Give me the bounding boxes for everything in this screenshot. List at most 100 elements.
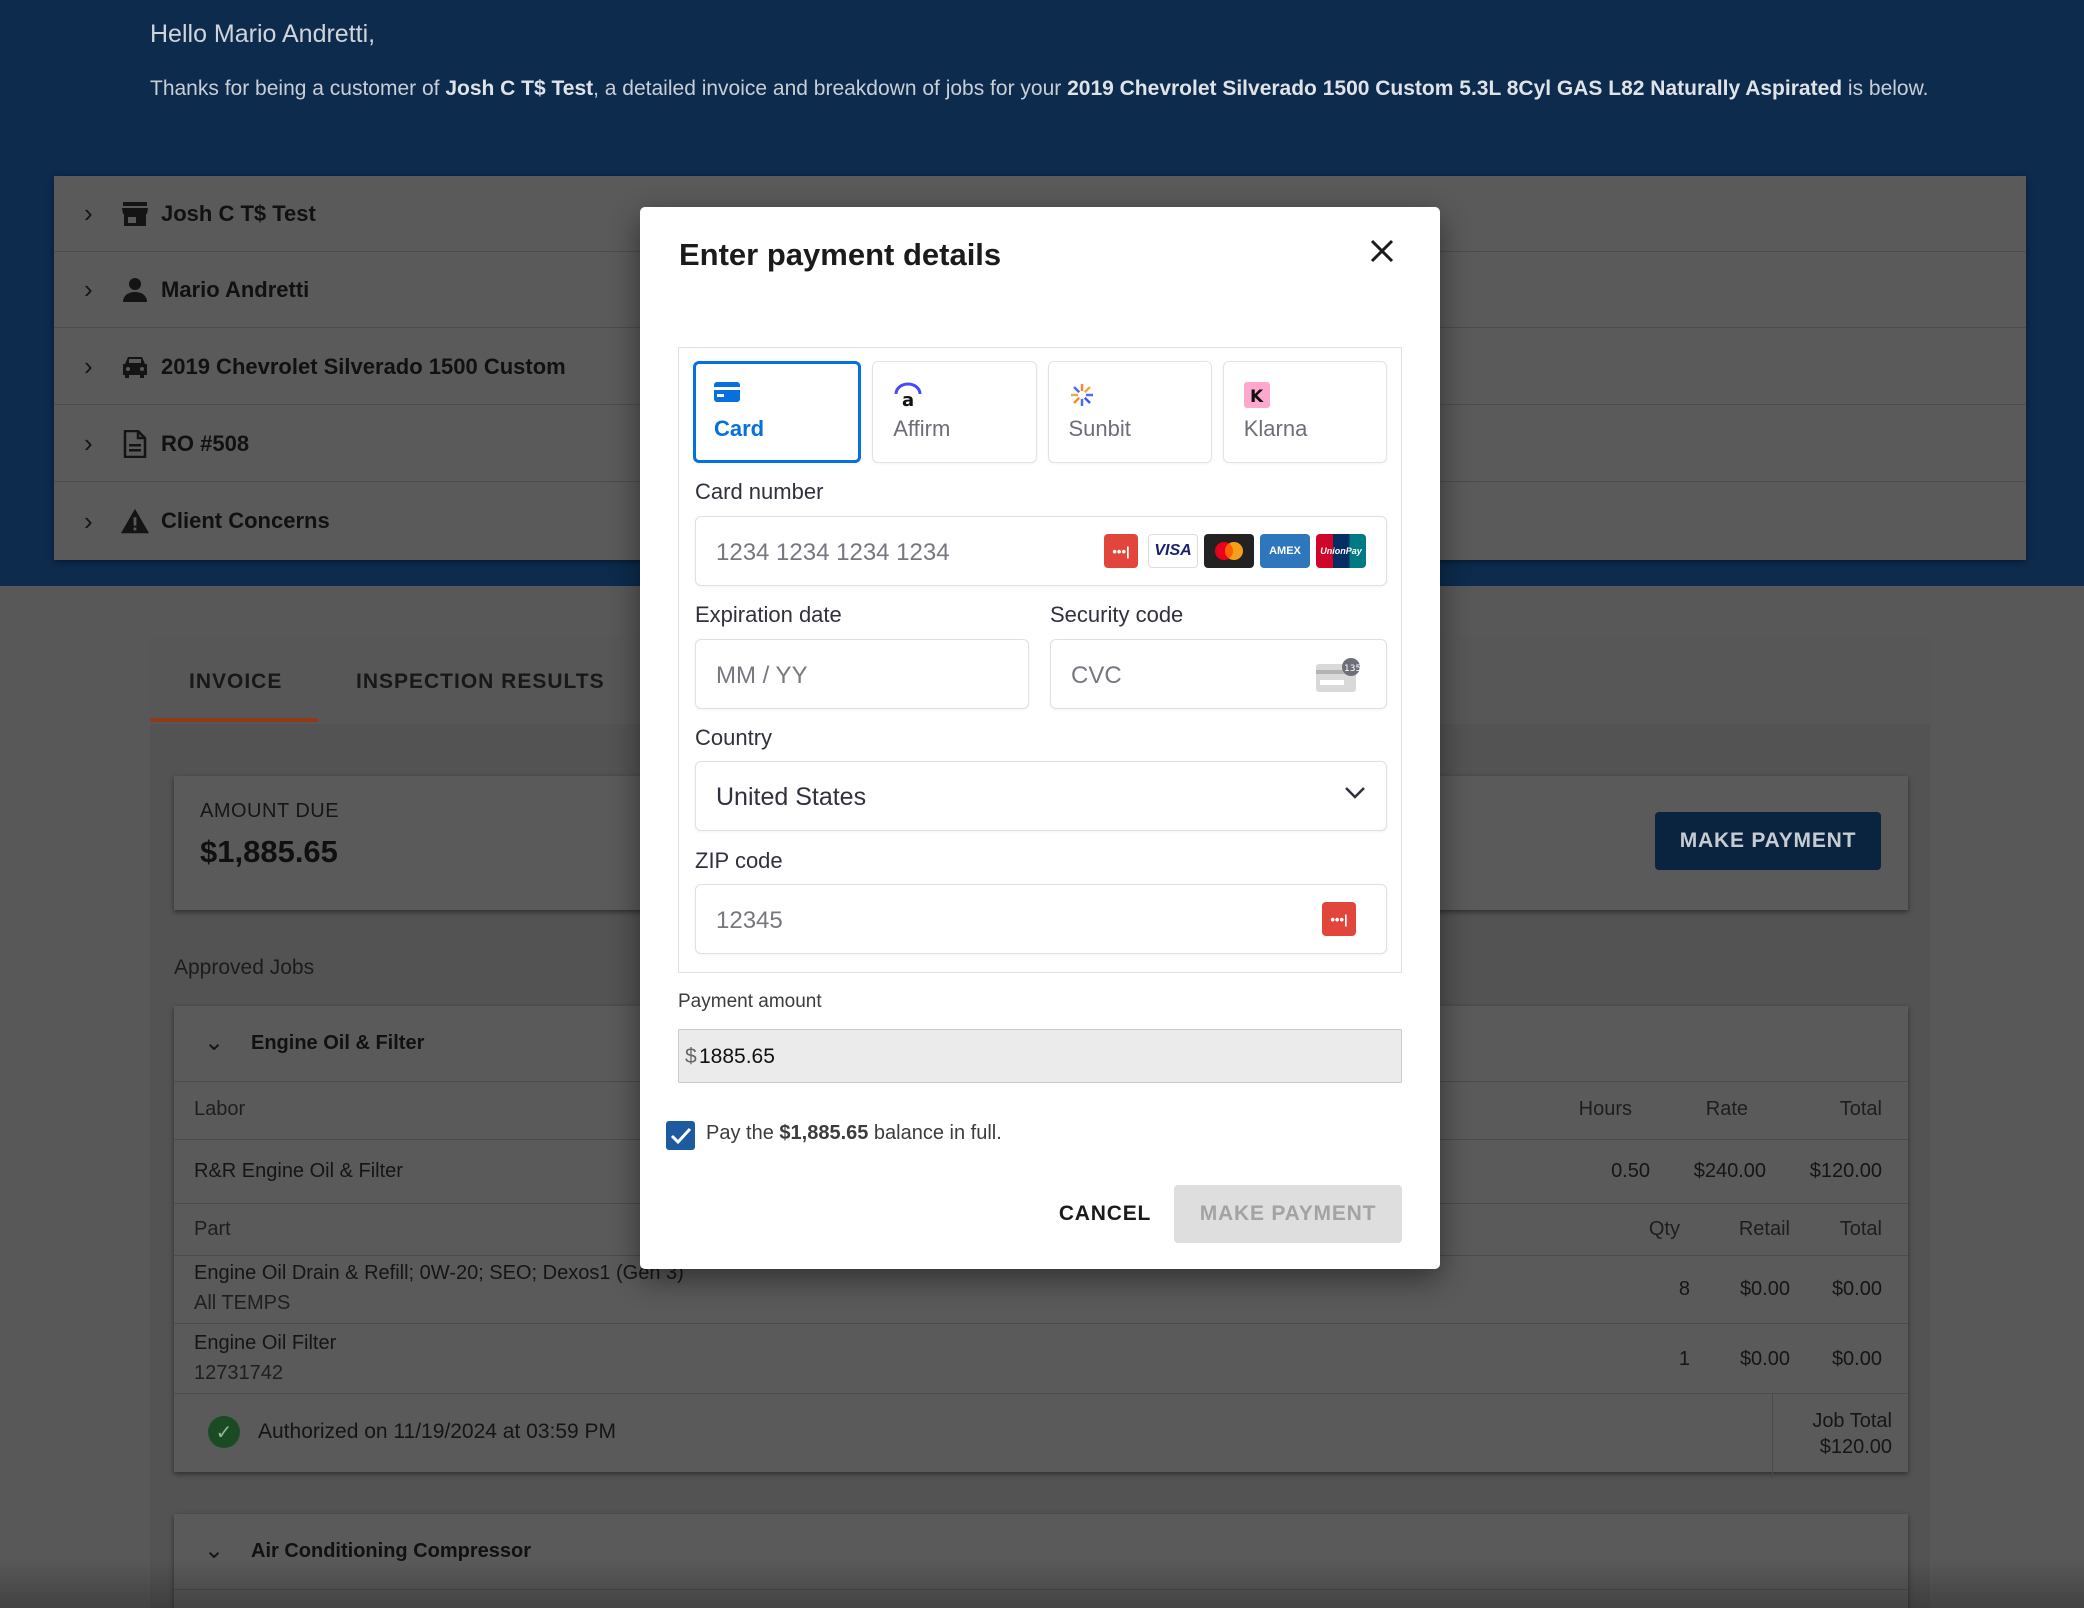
vehicle-name: 2019 Chevrolet Silverado 1500 Custom 5.3… (1067, 77, 1843, 100)
intro-text: Thanks for being a customer of Josh C T$… (150, 77, 1929, 100)
country-select[interactable]: United States (695, 761, 1387, 831)
labor-name: R&R Engine Oil & Filter (194, 1160, 403, 1182)
col-rate: Rate (1705, 1098, 1748, 1120)
generic-card-icon: •••| (1104, 534, 1138, 568)
pay-in-full-checkbox[interactable] (666, 1121, 695, 1150)
car-icon (120, 352, 150, 382)
tab-invoice[interactable]: INVOICE (189, 670, 282, 694)
job-total-label: Job Total (1812, 1410, 1892, 1432)
accordion-label: RO #508 (161, 430, 250, 456)
card-number-placeholder: 1234 1234 1234 1234 (716, 539, 950, 566)
payment-method-label: Klarna (1243, 416, 1308, 441)
labor-hours: 0.50 (1611, 1160, 1650, 1182)
warning-icon (120, 506, 150, 536)
part-retail: $0.00 (1739, 1278, 1790, 1300)
mastercard-icon (1204, 534, 1254, 568)
chevron-down-icon (1344, 786, 1366, 805)
accordion-label: Mario Andretti (161, 276, 310, 302)
table-row: Engine Oil Filter 12731742 1 $0.00 $0.00 (174, 1324, 1908, 1394)
card-number-input[interactable]: 1234 1234 1234 1234 •••| VISA AMEX Union… (695, 516, 1387, 586)
country-value: United States (716, 783, 867, 811)
accordion-label: Client Concerns (161, 508, 330, 533)
part-sub: All TEMPS (194, 1292, 291, 1314)
card-number-label: Card number (695, 479, 824, 504)
security-code-input[interactable]: CVC 135 (1050, 639, 1387, 709)
part-sub: 12731742 (194, 1362, 283, 1384)
payment-element: Card a Affirm Sunbit K Klarna Card numbe… (678, 347, 1402, 973)
dialog-title: Enter payment details (679, 237, 1002, 272)
close-icon[interactable] (1364, 233, 1400, 269)
col-total: Total (1839, 1098, 1882, 1120)
payment-method-label: Sunbit (1068, 416, 1131, 441)
payment-method-tabs: Card a Affirm Sunbit K Klarna (693, 361, 1387, 463)
check-circle-icon: ✓ (208, 1416, 240, 1448)
part-total: $0.00 (1831, 1348, 1882, 1370)
part-name: Engine Oil Filter (194, 1332, 337, 1354)
svg-text:a: a (902, 390, 914, 408)
payment-method-sunbit[interactable]: Sunbit (1047, 361, 1212, 463)
payment-method-affirm[interactable]: a Affirm (872, 361, 1037, 463)
unionpay-icon: UnionPay (1316, 534, 1366, 568)
payment-method-card[interactable]: Card (693, 361, 862, 463)
col-part-total: Total (1839, 1218, 1882, 1240)
part-qty: 1 (1678, 1348, 1690, 1370)
col-part: Part (194, 1218, 231, 1240)
col-labor: Labor (194, 1098, 246, 1120)
submit-payment-button[interactable]: MAKE PAYMENT (1174, 1185, 1402, 1243)
klarna-icon: K (1243, 382, 1270, 408)
payment-dialog: Enter payment details Card a Affirm Sunb… (640, 207, 1440, 1269)
col-retail: Retail (1738, 1218, 1790, 1240)
svg-text:K: K (1250, 387, 1264, 407)
expiration-label: Expiration date (695, 602, 842, 627)
zip-input[interactable]: 12345 •••| (695, 884, 1387, 954)
chevron-right-icon: › (84, 428, 93, 458)
make-payment-button[interactable]: MAKE PAYMENT (1655, 812, 1881, 870)
bottom-shade (0, 1560, 2084, 1608)
chevron-right-icon: › (84, 351, 93, 381)
job-title: Engine Oil & Filter (251, 1032, 425, 1054)
amount-due-label: AMOUNT DUE (200, 800, 340, 822)
part-qty: 8 (1678, 1278, 1690, 1300)
col-qty: Qty (1648, 1218, 1680, 1240)
payment-amount-label: Payment amount (678, 991, 822, 1012)
cvc-card-icon: 135 (1315, 658, 1361, 692)
chevron-right-icon: › (84, 198, 93, 228)
payment-method-label: Affirm (893, 416, 951, 441)
country-label: Country (695, 725, 773, 750)
zip-label: ZIP code (695, 848, 783, 873)
authorized-text: Authorized on 11/19/2024 at 03:59 PM (258, 1420, 617, 1443)
accordion-label: Josh C T$ Test (161, 200, 316, 226)
approved-jobs-label: Approved Jobs (174, 956, 315, 979)
part-name: Engine Oil Drain & Refill; 0W-20; SEO; D… (194, 1262, 684, 1284)
cancel-button[interactable]: CANCEL (1038, 1185, 1172, 1243)
store-icon (120, 199, 150, 229)
security-code-label: Security code (1050, 602, 1184, 627)
col-hours: Hours (1578, 1098, 1632, 1120)
security-code-placeholder: CVC (1071, 662, 1122, 689)
part-total: $0.00 (1831, 1278, 1882, 1300)
active-tab-indicator (150, 718, 318, 722)
amex-icon: AMEX (1260, 534, 1310, 568)
payment-amount-input[interactable]: $ 1885.65 (678, 1029, 1402, 1083)
chevron-right-icon: › (84, 505, 93, 536)
shop-name: Josh C T$ Test (445, 77, 594, 100)
card-icon (714, 382, 740, 408)
sunbit-icon (1069, 382, 1095, 408)
part-retail: $0.00 (1739, 1348, 1790, 1370)
affirm-icon: a (893, 382, 922, 411)
greeting: Hello Mario Andretti, (150, 20, 376, 48)
payment-method-klarna[interactable]: K Klarna (1222, 361, 1387, 463)
link-autofill-icon: •••| (1322, 902, 1356, 936)
labor-total: $120.00 (1809, 1160, 1882, 1182)
currency-symbol: $ (685, 1045, 697, 1068)
visa-icon: VISA (1148, 534, 1198, 568)
zip-placeholder: 12345 (716, 907, 783, 934)
expiration-input[interactable]: MM / YY (695, 639, 1029, 709)
labor-rate: $240.00 (1693, 1160, 1766, 1182)
chevron-down-icon: ⌄ (204, 1029, 225, 1056)
authorization-row: ✓ Authorized on 11/19/2024 at 03:59 PM J… (174, 1394, 1908, 1478)
tab-inspection-results[interactable]: INSPECTION RESULTS (356, 670, 605, 694)
payment-amount-value: 1885.65 (699, 1045, 775, 1068)
payment-method-label: Card (714, 416, 765, 441)
accordion-label: 2019 Chevrolet Silverado 1500 Custom (161, 353, 566, 379)
